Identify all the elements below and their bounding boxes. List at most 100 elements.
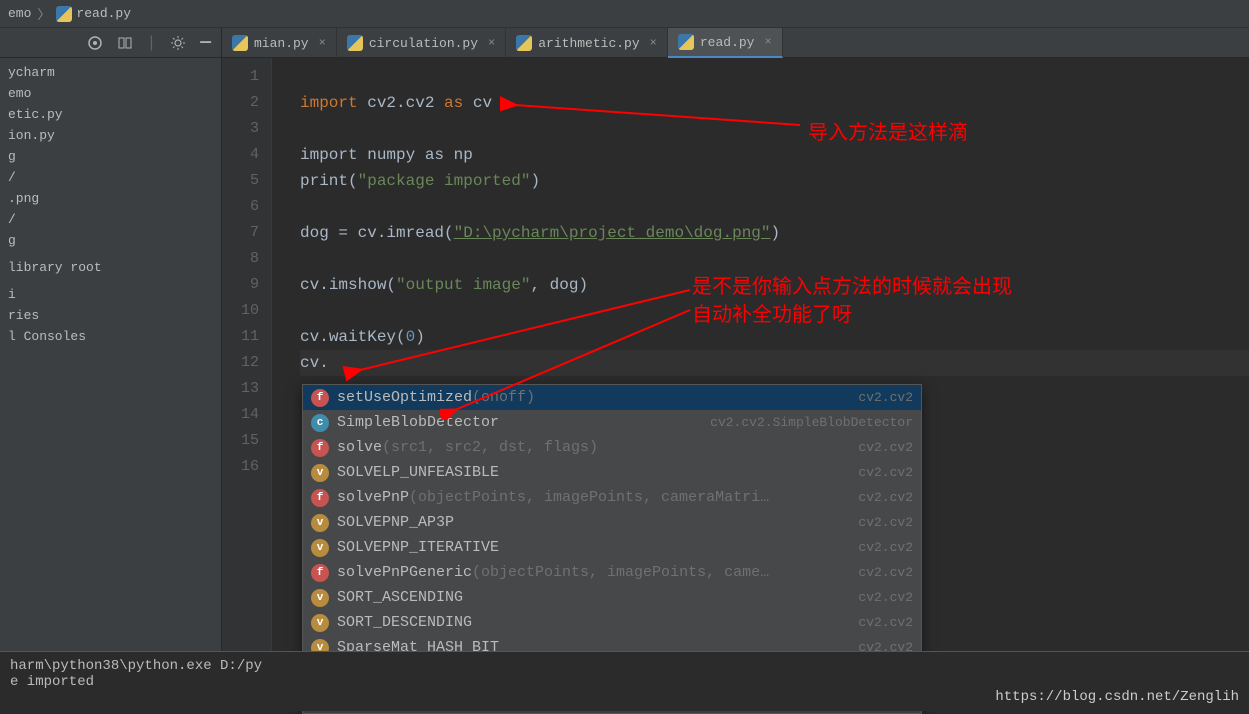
completion-module: cv2.cv2 xyxy=(858,615,913,630)
completion-name: SORT_ASCENDING xyxy=(337,589,463,606)
tab-read-py[interactable]: read.py × xyxy=(668,28,783,58)
completion-module: cv2.cv2 xyxy=(858,515,913,530)
console-line: e imported xyxy=(10,674,1239,690)
sidebar-item[interactable]: l Consoles xyxy=(0,326,221,347)
type-badge-icon: f xyxy=(311,439,329,457)
line-number: 7 xyxy=(222,220,259,246)
completion-module: cv2.cv2 xyxy=(858,390,913,405)
line-number: 13 xyxy=(222,376,259,402)
breadcrumb-file[interactable]: read.py xyxy=(76,6,131,21)
line-number: 11 xyxy=(222,324,259,350)
sidebar-item[interactable]: .png xyxy=(0,188,221,209)
line-number: 15 xyxy=(222,428,259,454)
tab-circulation-py[interactable]: circulation.py × xyxy=(337,28,506,58)
python-file-icon xyxy=(56,6,72,22)
completion-item[interactable]: vSORT_DESCENDINGcv2.cv2 xyxy=(303,610,921,635)
tab-label: arithmetic.py xyxy=(538,36,639,51)
completion-module: cv2.cv2 xyxy=(858,440,913,455)
tab-label: circulation.py xyxy=(369,36,478,51)
chevron-right-icon: 〉 xyxy=(37,4,50,23)
type-badge-icon: f xyxy=(311,489,329,507)
split-icon[interactable] xyxy=(117,35,133,51)
completion-name: setUseOptimized xyxy=(337,389,472,406)
type-badge-icon: v xyxy=(311,514,329,532)
gear-icon[interactable] xyxy=(170,35,186,51)
completion-item[interactable]: f solvePnPGeneric(objectPoints, imagePoin… xyxy=(303,560,921,585)
completion-item[interactable]: fsolve(src1, src2, dst, flags) cv2.cv2 xyxy=(303,435,921,460)
completion-name: SOLVEPNP_AP3P xyxy=(337,514,454,531)
sidebar-item[interactable]: / xyxy=(0,167,221,188)
completion-module: cv2.cv2 xyxy=(858,465,913,480)
sidebar-item[interactable]: g xyxy=(0,230,221,251)
completion-params: (src1, src2, dst, flags) xyxy=(382,439,598,456)
sidebar-item[interactable]: library root xyxy=(0,257,221,278)
sidebar-item[interactable]: ycharm xyxy=(0,62,221,83)
sidebar-item[interactable]: / xyxy=(0,209,221,230)
sidebar-item[interactable]: ion.py xyxy=(0,125,221,146)
annotation-2b: 自动补全功能了呀 xyxy=(692,298,852,327)
current-line: cv. xyxy=(300,350,1249,376)
tab-label: read.py xyxy=(700,35,755,50)
line-number: 1 xyxy=(222,64,259,90)
completion-item[interactable]: f setUseOptimized(onoff) cv2.cv2 xyxy=(303,385,921,410)
type-badge-icon: f xyxy=(311,389,329,407)
python-file-icon xyxy=(516,35,532,51)
annotation-2a: 是不是你输入点方法的时候就会出现 xyxy=(692,270,1012,299)
completion-name: solvePnPGeneric xyxy=(337,564,472,581)
sidebar-item[interactable]: ries xyxy=(0,305,221,326)
sidebar-item[interactable]: i xyxy=(0,284,221,305)
line-number: 9 xyxy=(222,272,259,298)
project-sidebar[interactable]: ycharmemoetic.pyion.pyg/.png/glibrary ro… xyxy=(0,58,222,651)
python-file-icon xyxy=(678,34,694,50)
close-icon[interactable]: × xyxy=(319,36,326,50)
completion-module: cv2.cv2 xyxy=(858,490,913,505)
completion-item[interactable]: v SOLVEPNP_AP3P cv2.cv2 xyxy=(303,510,921,535)
sidebar-item[interactable]: emo xyxy=(0,83,221,104)
tab-mian-py[interactable]: mian.py × xyxy=(222,28,337,58)
line-number: 5 xyxy=(222,168,259,194)
completion-params: (objectPoints, imagePoints, cameraMatri… xyxy=(409,489,769,506)
completion-module: cv2.cv2 xyxy=(858,590,913,605)
line-number: 12 xyxy=(222,350,259,376)
sidebar-item[interactable]: etic.py xyxy=(0,104,221,125)
tab-label: mian.py xyxy=(254,36,309,51)
project-tools: | — xyxy=(0,28,222,57)
close-icon[interactable]: × xyxy=(764,35,771,49)
completion-item[interactable]: vSORT_ASCENDINGcv2.cv2 xyxy=(303,585,921,610)
line-number: 6 xyxy=(222,194,259,220)
line-number: 2 xyxy=(222,90,259,116)
annotation-1: 导入方法是这样滴 xyxy=(808,116,968,145)
sidebar-item[interactable]: g xyxy=(0,146,221,167)
line-number: 3 xyxy=(222,116,259,142)
console-line: harm\python38\python.exe D:/py xyxy=(10,658,1239,674)
completion-params: (objectPoints, imagePoints, came… xyxy=(472,564,769,581)
close-icon[interactable]: × xyxy=(650,36,657,50)
python-file-icon xyxy=(232,35,248,51)
completion-module: cv2.cv2 xyxy=(858,565,913,580)
close-icon[interactable]: × xyxy=(488,36,495,50)
tab-arithmetic-py[interactable]: arithmetic.py × xyxy=(506,28,668,58)
gutter: 12345678910111213141516 xyxy=(222,58,272,651)
collapse-icon[interactable]: — xyxy=(200,33,211,53)
line-number: 14 xyxy=(222,402,259,428)
target-icon[interactable] xyxy=(87,35,103,51)
completion-params: (onoff) xyxy=(472,389,535,406)
type-badge-icon: f xyxy=(311,564,329,582)
python-file-icon xyxy=(347,35,363,51)
completion-item[interactable]: cSimpleBlobDetectorcv2.cv2.SimpleBlobDet… xyxy=(303,410,921,435)
editor-tabs: mian.py×circulation.py×arithmetic.py×rea… xyxy=(222,28,783,58)
completion-item[interactable]: fsolvePnP(objectPoints, imagePoints, cam… xyxy=(303,485,921,510)
completion-name: SOLVEPNP_ITERATIVE xyxy=(337,539,499,556)
completion-module: cv2.cv2 xyxy=(858,540,913,555)
completion-name: SimpleBlobDetector xyxy=(337,414,499,431)
completion-item[interactable]: vSOLVELP_UNFEASIBLEcv2.cv2 xyxy=(303,460,921,485)
completion-name: solve xyxy=(337,439,382,456)
type-badge-icon: v xyxy=(311,464,329,482)
breadcrumb-folder[interactable]: emo xyxy=(8,6,31,21)
type-badge-icon: c xyxy=(311,414,329,432)
watermark: https://blog.csdn.net/Zenglih xyxy=(995,689,1239,705)
type-badge-icon: v xyxy=(311,539,329,557)
line-number: 10 xyxy=(222,298,259,324)
completion-item[interactable]: v SOLVEPNP_ITERATIVE cv2.cv2 xyxy=(303,535,921,560)
line-number: 16 xyxy=(222,454,259,480)
